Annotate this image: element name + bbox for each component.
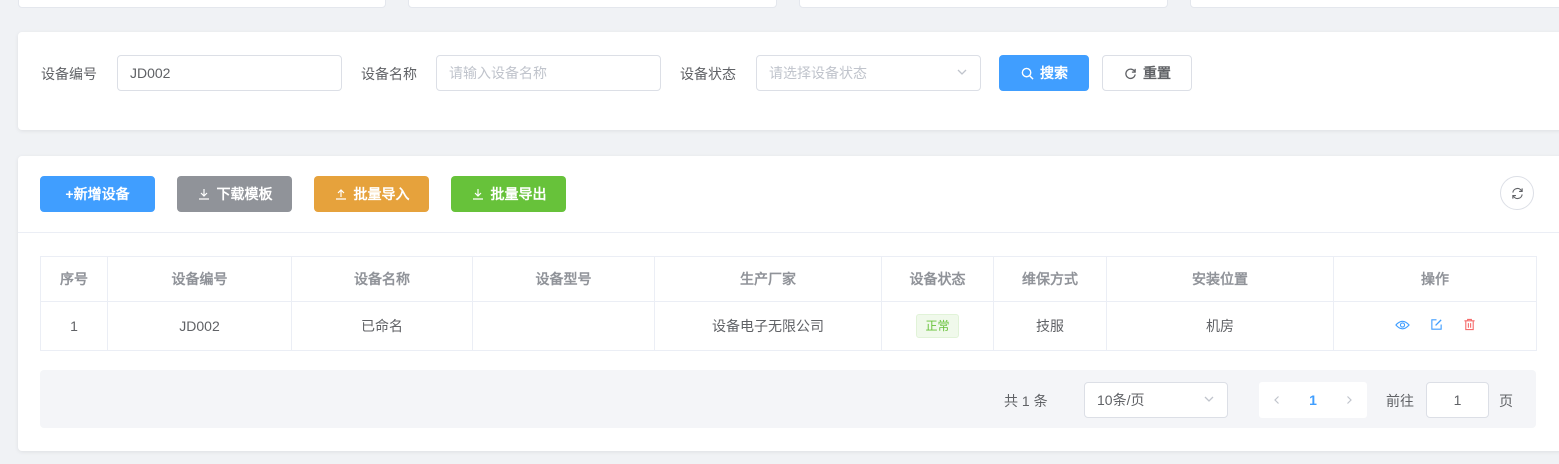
cell-location: 机房 — [1106, 301, 1334, 351]
column-header: 设备型号 — [472, 256, 655, 302]
add-device-label: +新增设备 — [65, 186, 130, 202]
goto-page-input[interactable]: 1 — [1426, 382, 1489, 418]
edit-icon[interactable] — [1430, 318, 1443, 334]
cell-model — [472, 301, 655, 351]
column-header: 安装位置 — [1106, 256, 1334, 302]
summary-card-3 — [799, 0, 1168, 8]
search-icon — [1020, 66, 1034, 80]
toolbar-divider — [18, 232, 1559, 233]
column-header: 操作 — [1333, 256, 1537, 302]
chevron-right-icon[interactable] — [1331, 392, 1367, 408]
refresh-icon — [1510, 186, 1524, 200]
cell-manufacturer: 设备电子无限公司 — [654, 301, 882, 351]
cell-maintenance: 技服 — [993, 301, 1107, 351]
status-badge: 正常 — [916, 314, 959, 338]
download-icon — [197, 187, 211, 201]
pager-nav: 1 — [1259, 382, 1367, 418]
chevron-down-icon — [956, 56, 968, 90]
device-name-input[interactable]: 请输入设备名称 — [436, 55, 661, 91]
download-template-label: 下载模板 — [216, 186, 273, 202]
device-code-label: 设备编号 — [41, 66, 97, 82]
view-icon[interactable] — [1394, 318, 1410, 334]
add-device-button[interactable]: +新增设备 — [40, 176, 155, 212]
batch-export-label: 批量导出 — [490, 186, 547, 202]
device-table: 序号 设备编号 设备名称 设备型号 生产厂家 设备状态 维保方式 安装位置 操作… — [40, 256, 1537, 351]
table-row: 1 JD002 已命名 设备电子无限公司 正常 技服 机房 — [40, 301, 1537, 351]
cell-actions — [1333, 301, 1537, 351]
column-header: 设备状态 — [881, 256, 994, 302]
search-button-label: 搜索 — [1040, 65, 1068, 81]
device-name-label: 设备名称 — [361, 66, 417, 82]
page-size-value: 10条/页 — [1097, 392, 1145, 408]
column-header: 序号 — [40, 256, 108, 302]
download-template-button[interactable]: 下载模板 — [177, 176, 292, 212]
table-header-row: 序号 设备编号 设备名称 设备型号 生产厂家 设备状态 维保方式 安装位置 操作 — [40, 256, 1537, 302]
upload-icon — [334, 187, 348, 201]
page-number-current[interactable]: 1 — [1295, 392, 1331, 408]
pagination-bar: 共 1 条 10条/页 1 前往 1 页 — [40, 370, 1536, 428]
device-status-label: 设备状态 — [680, 66, 736, 82]
summary-card-2 — [408, 0, 777, 8]
cell-code: JD002 — [107, 301, 292, 351]
reset-button-label: 重置 — [1143, 65, 1171, 81]
cell-index: 1 — [40, 301, 108, 351]
delete-icon[interactable] — [1463, 318, 1476, 334]
chevron-down-icon — [1203, 383, 1215, 417]
page-size-select[interactable]: 10条/页 — [1084, 382, 1228, 418]
column-header: 生产厂家 — [654, 256, 882, 302]
device-status-select[interactable]: 请选择设备状态 — [756, 55, 981, 91]
device-status-placeholder: 请选择设备状态 — [769, 65, 867, 81]
column-header: 设备编号 — [107, 256, 292, 302]
download-icon — [471, 187, 485, 201]
column-header: 设备名称 — [291, 256, 473, 302]
cell-name: 已命名 — [291, 301, 473, 351]
total-count: 共 1 条 — [1004, 393, 1048, 409]
refresh-icon — [1123, 66, 1137, 80]
reset-button[interactable]: 重置 — [1102, 55, 1192, 91]
chevron-left-icon[interactable] — [1259, 392, 1295, 408]
column-header: 维保方式 — [993, 256, 1107, 302]
refresh-table-button[interactable] — [1500, 176, 1534, 210]
batch-export-button[interactable]: 批量导出 — [451, 176, 566, 212]
search-button[interactable]: 搜索 — [999, 55, 1089, 91]
device-code-input[interactable]: JD002 — [117, 55, 342, 91]
batch-import-button[interactable]: 批量导入 — [314, 176, 429, 212]
page-suffix-label: 页 — [1499, 393, 1513, 409]
batch-import-label: 批量导入 — [353, 186, 410, 202]
goto-label: 前往 — [1386, 393, 1414, 409]
summary-card-4 — [1190, 0, 1559, 8]
cell-status: 正常 — [881, 301, 994, 351]
summary-card-1 — [18, 0, 386, 8]
